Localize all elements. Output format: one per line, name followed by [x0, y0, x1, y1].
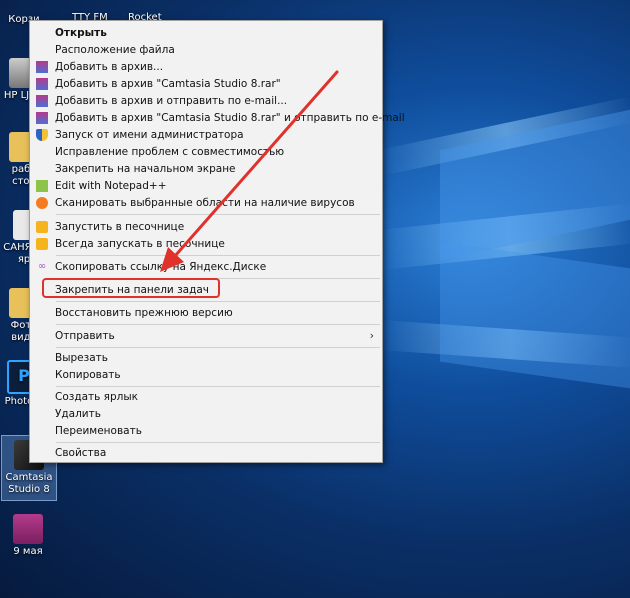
arrow-shaft	[173, 70, 339, 258]
annotation-arrow	[160, 70, 339, 272]
